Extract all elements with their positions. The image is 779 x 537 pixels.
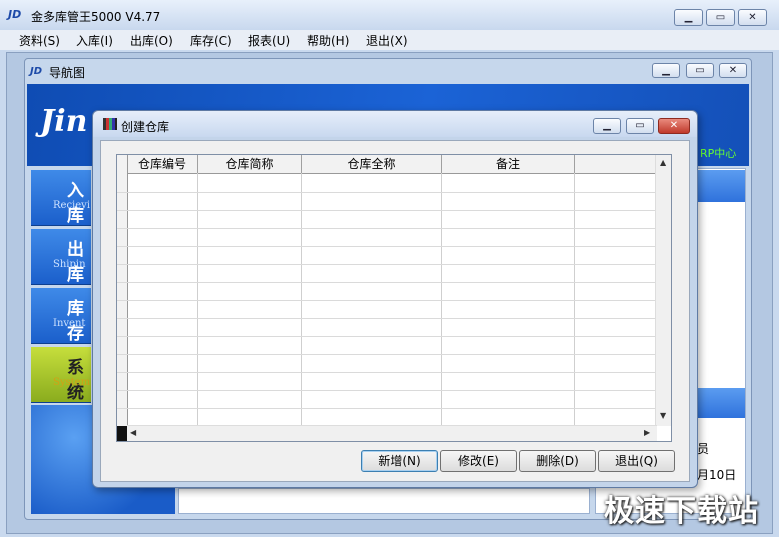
exit-button[interactable]: 退出(Q) — [598, 450, 675, 472]
banner-brand: Jin — [40, 104, 88, 139]
maximize-button[interactable]: ▭ — [706, 9, 735, 26]
nav-minimize-button[interactable]: ▁ — [652, 63, 680, 78]
menu-stock-in[interactable]: 入库(I) — [76, 32, 113, 49]
nav-item-sublabel: System — [53, 377, 91, 388]
row-indicator — [117, 426, 127, 441]
dialog-close-button[interactable]: ✕ — [658, 118, 690, 134]
delete-button[interactable]: 删除(D) — [519, 450, 596, 472]
watermark: 极速下载站 — [604, 494, 759, 529]
nav-right-header — [697, 170, 745, 202]
nav-window-logo: JD — [30, 66, 43, 77]
column-header-full-name[interactable]: 仓库全称 — [302, 155, 442, 173]
nav-item-sublabel: Shipin — [53, 259, 86, 270]
scroll-down-icon[interactable]: ▼ — [660, 411, 666, 420]
nav-item-sublabel: Recievi — [53, 200, 91, 211]
nav-date-fragment: 月10日 — [697, 468, 737, 482]
nav-item-system[interactable]: 系统 System — [31, 347, 91, 403]
banner-erp-label: RP中心 — [700, 147, 737, 160]
minimize-button[interactable]: ▁ — [674, 9, 703, 26]
menu-data[interactable]: 资料(S) — [19, 32, 60, 49]
nav-right-header — [697, 388, 745, 418]
menu-help[interactable]: 帮助(H) — [307, 32, 349, 49]
menu-exit[interactable]: 退出(X) — [366, 32, 408, 49]
menu-inventory[interactable]: 库存(C) — [190, 32, 232, 49]
warehouse-grid[interactable]: 仓库编号 仓库简称 仓库全称 备注 ▲ ▼ ◀ ▶ — [116, 154, 672, 442]
nav-staff-fragment: 员 — [697, 442, 710, 456]
dialog-minimize-button[interactable]: ▁ — [593, 118, 621, 134]
nav-item-inventory[interactable]: 库存 Invent — [31, 288, 91, 344]
column-header-short-name[interactable]: 仓库简称 — [198, 155, 302, 173]
close-button[interactable]: ✕ — [738, 9, 767, 26]
grid-horizontal-scrollbar[interactable]: ◀ ▶ — [127, 425, 657, 441]
column-header-remark[interactable]: 备注 — [442, 155, 575, 173]
nav-close-button[interactable]: ✕ — [719, 63, 747, 78]
dialog-title: 创建仓库 — [121, 120, 170, 134]
grid-header-row: 仓库编号 仓库简称 仓库全称 备注 — [117, 155, 657, 174]
nav-window-title: 导航图 — [49, 66, 86, 80]
grid-vertical-scrollbar[interactable]: ▲ ▼ — [655, 155, 671, 426]
menu-stock-out[interactable]: 出库(O) — [130, 32, 173, 49]
app-title: 金多库管王5000 V4.77 — [31, 10, 161, 24]
scroll-up-icon[interactable]: ▲ — [660, 158, 666, 167]
menu-bar: 资料(S) 入库(I) 出库(O) 库存(C) 报表(U) 帮助(H) 退出(X… — [0, 30, 779, 50]
warehouse-icon — [103, 118, 117, 130]
row-header-column — [117, 155, 128, 426]
dialog-maximize-button[interactable]: ▭ — [626, 118, 654, 134]
nav-item-stock-out[interactable]: 出库 Shipin — [31, 229, 91, 285]
nav-bottom-strip — [178, 488, 590, 514]
scroll-left-icon[interactable]: ◀ — [130, 428, 136, 437]
app-logo: JD — [8, 8, 22, 21]
nav-item-stock-in[interactable]: 入库 Recievi — [31, 170, 91, 226]
scroll-right-icon[interactable]: ▶ — [644, 428, 650, 437]
column-header-code[interactable]: 仓库编号 — [127, 155, 198, 173]
edit-button[interactable]: 修改(E) — [440, 450, 517, 472]
menu-reports[interactable]: 报表(U) — [248, 32, 290, 49]
nav-maximize-button[interactable]: ▭ — [686, 63, 714, 78]
add-button[interactable]: 新增(N) — [361, 450, 438, 472]
nav-item-sublabel: Invent — [53, 318, 86, 329]
